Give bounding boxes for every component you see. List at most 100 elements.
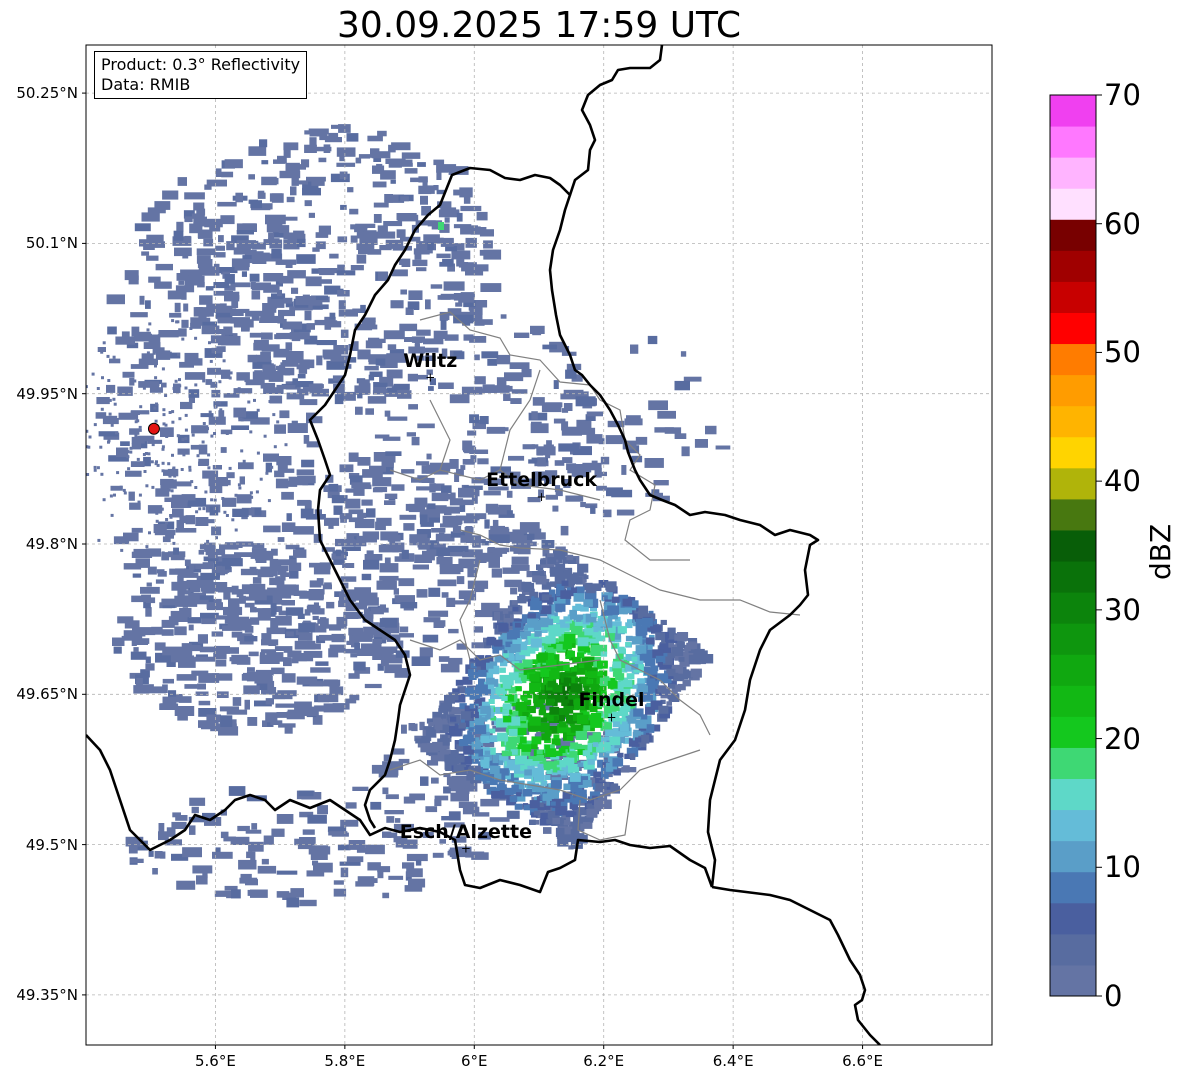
echo-pixel (308, 212, 315, 218)
echo-pixel (188, 468, 192, 472)
echo-pixel (286, 196, 295, 203)
echo-pixel (82, 430, 85, 433)
echo-pixel (162, 408, 166, 412)
echo-pixel (449, 394, 470, 404)
echo-pixel (328, 483, 339, 492)
echo-pixel (558, 747, 566, 753)
echo-pixel (208, 476, 212, 480)
echo-pixel (129, 450, 133, 454)
echo-pixel (329, 312, 336, 320)
echo-pixel (375, 358, 386, 366)
echo-pixel (237, 483, 241, 487)
echo-pixel (162, 190, 179, 200)
echo-pixel (563, 389, 584, 397)
echo-pixel (483, 240, 493, 249)
echo-pixel (96, 466, 100, 470)
echo-pixel (271, 177, 279, 185)
echo-pixel (173, 547, 179, 555)
echo-pixel (141, 251, 150, 256)
lon-tick-label: 6.2°E (583, 1052, 625, 1070)
echo-pixel (330, 355, 350, 362)
echo-pixel (615, 673, 625, 681)
echo-pixel (498, 623, 509, 632)
echo-pixel (138, 428, 142, 432)
echo-pixel (504, 613, 510, 618)
echo-pixel (274, 334, 282, 340)
echo-pixel (121, 331, 130, 338)
echo-pixel (139, 405, 143, 409)
echo-pixel (374, 434, 390, 439)
lon-tick-label: 6.4°E (712, 1052, 754, 1070)
echo-pixel (469, 336, 487, 343)
echo-pixel (382, 892, 390, 899)
echo-pixel (255, 282, 271, 290)
echo-pixel (496, 377, 507, 387)
echo-pixel (102, 341, 106, 345)
echo-pixel (617, 626, 627, 634)
echo-pixel (558, 443, 580, 452)
echo-pixel (177, 177, 187, 186)
echo-pixel (336, 616, 348, 626)
echo-pixel (448, 692, 459, 701)
echo-pixel (244, 636, 258, 642)
echo-pixel (617, 646, 625, 653)
echo-pixel (198, 444, 208, 455)
echo-pixel (385, 451, 402, 456)
echo-pixel (178, 384, 182, 388)
echo-pixel (191, 806, 199, 814)
echo-pixel (97, 538, 101, 542)
echo-pixel (643, 692, 653, 701)
echo-pixel (276, 384, 296, 390)
echo-pixel (365, 844, 385, 855)
echo-pixel (281, 491, 294, 500)
echo-pixel (576, 714, 589, 724)
echo-pixel (219, 303, 227, 310)
echo-pixel (585, 585, 596, 594)
colorbar-segment (1050, 716, 1096, 748)
echo-pixel (238, 462, 254, 470)
echo-pixel (228, 376, 232, 380)
echo-pixel (674, 380, 690, 391)
echo-pixel (668, 642, 675, 648)
echo-pixel (444, 754, 454, 763)
colorbar-label: dBZ (1144, 523, 1177, 580)
echo-pixel (226, 709, 248, 715)
colorbar-segment (1050, 809, 1096, 842)
echo-pixel (100, 407, 104, 411)
echo-pixel (145, 656, 151, 664)
echo-pixel (622, 679, 633, 688)
echo-pixel (254, 550, 274, 561)
echo-pixel (483, 757, 490, 762)
echo-pixel (609, 736, 621, 746)
echo-pixel (210, 434, 214, 438)
echo-pixel (145, 484, 149, 488)
echo-pixel (357, 393, 363, 399)
echo-pixel (678, 657, 685, 662)
echo-pixel (250, 281, 256, 289)
echo-pixel (274, 646, 293, 651)
echo-pixel (599, 742, 611, 752)
echo-pixel (337, 290, 350, 297)
echo-pixel (115, 336, 135, 345)
echo-pixel (86, 473, 90, 476)
echo-pixel (379, 563, 399, 573)
echo-pixel (194, 383, 198, 387)
echo-pixel (158, 823, 165, 833)
echo-pixel (174, 247, 192, 257)
echo-pixel (208, 341, 211, 345)
echo-pixel (198, 507, 202, 511)
echo-pixel (202, 379, 206, 383)
echo-pixel (401, 152, 421, 159)
echo-pixel (502, 704, 508, 709)
echo-pixel (498, 782, 505, 788)
echo-pixel (281, 600, 295, 606)
echo-pixel (611, 596, 620, 603)
echo-pixel (196, 248, 216, 256)
echo-pixel (408, 404, 418, 410)
echo-pixel (438, 620, 446, 627)
echo-pixel (161, 469, 165, 473)
echo-pixel (440, 293, 457, 300)
echo-pixel (184, 372, 206, 380)
echo-pixel (177, 575, 184, 584)
colorbar-segment (1050, 436, 1096, 469)
